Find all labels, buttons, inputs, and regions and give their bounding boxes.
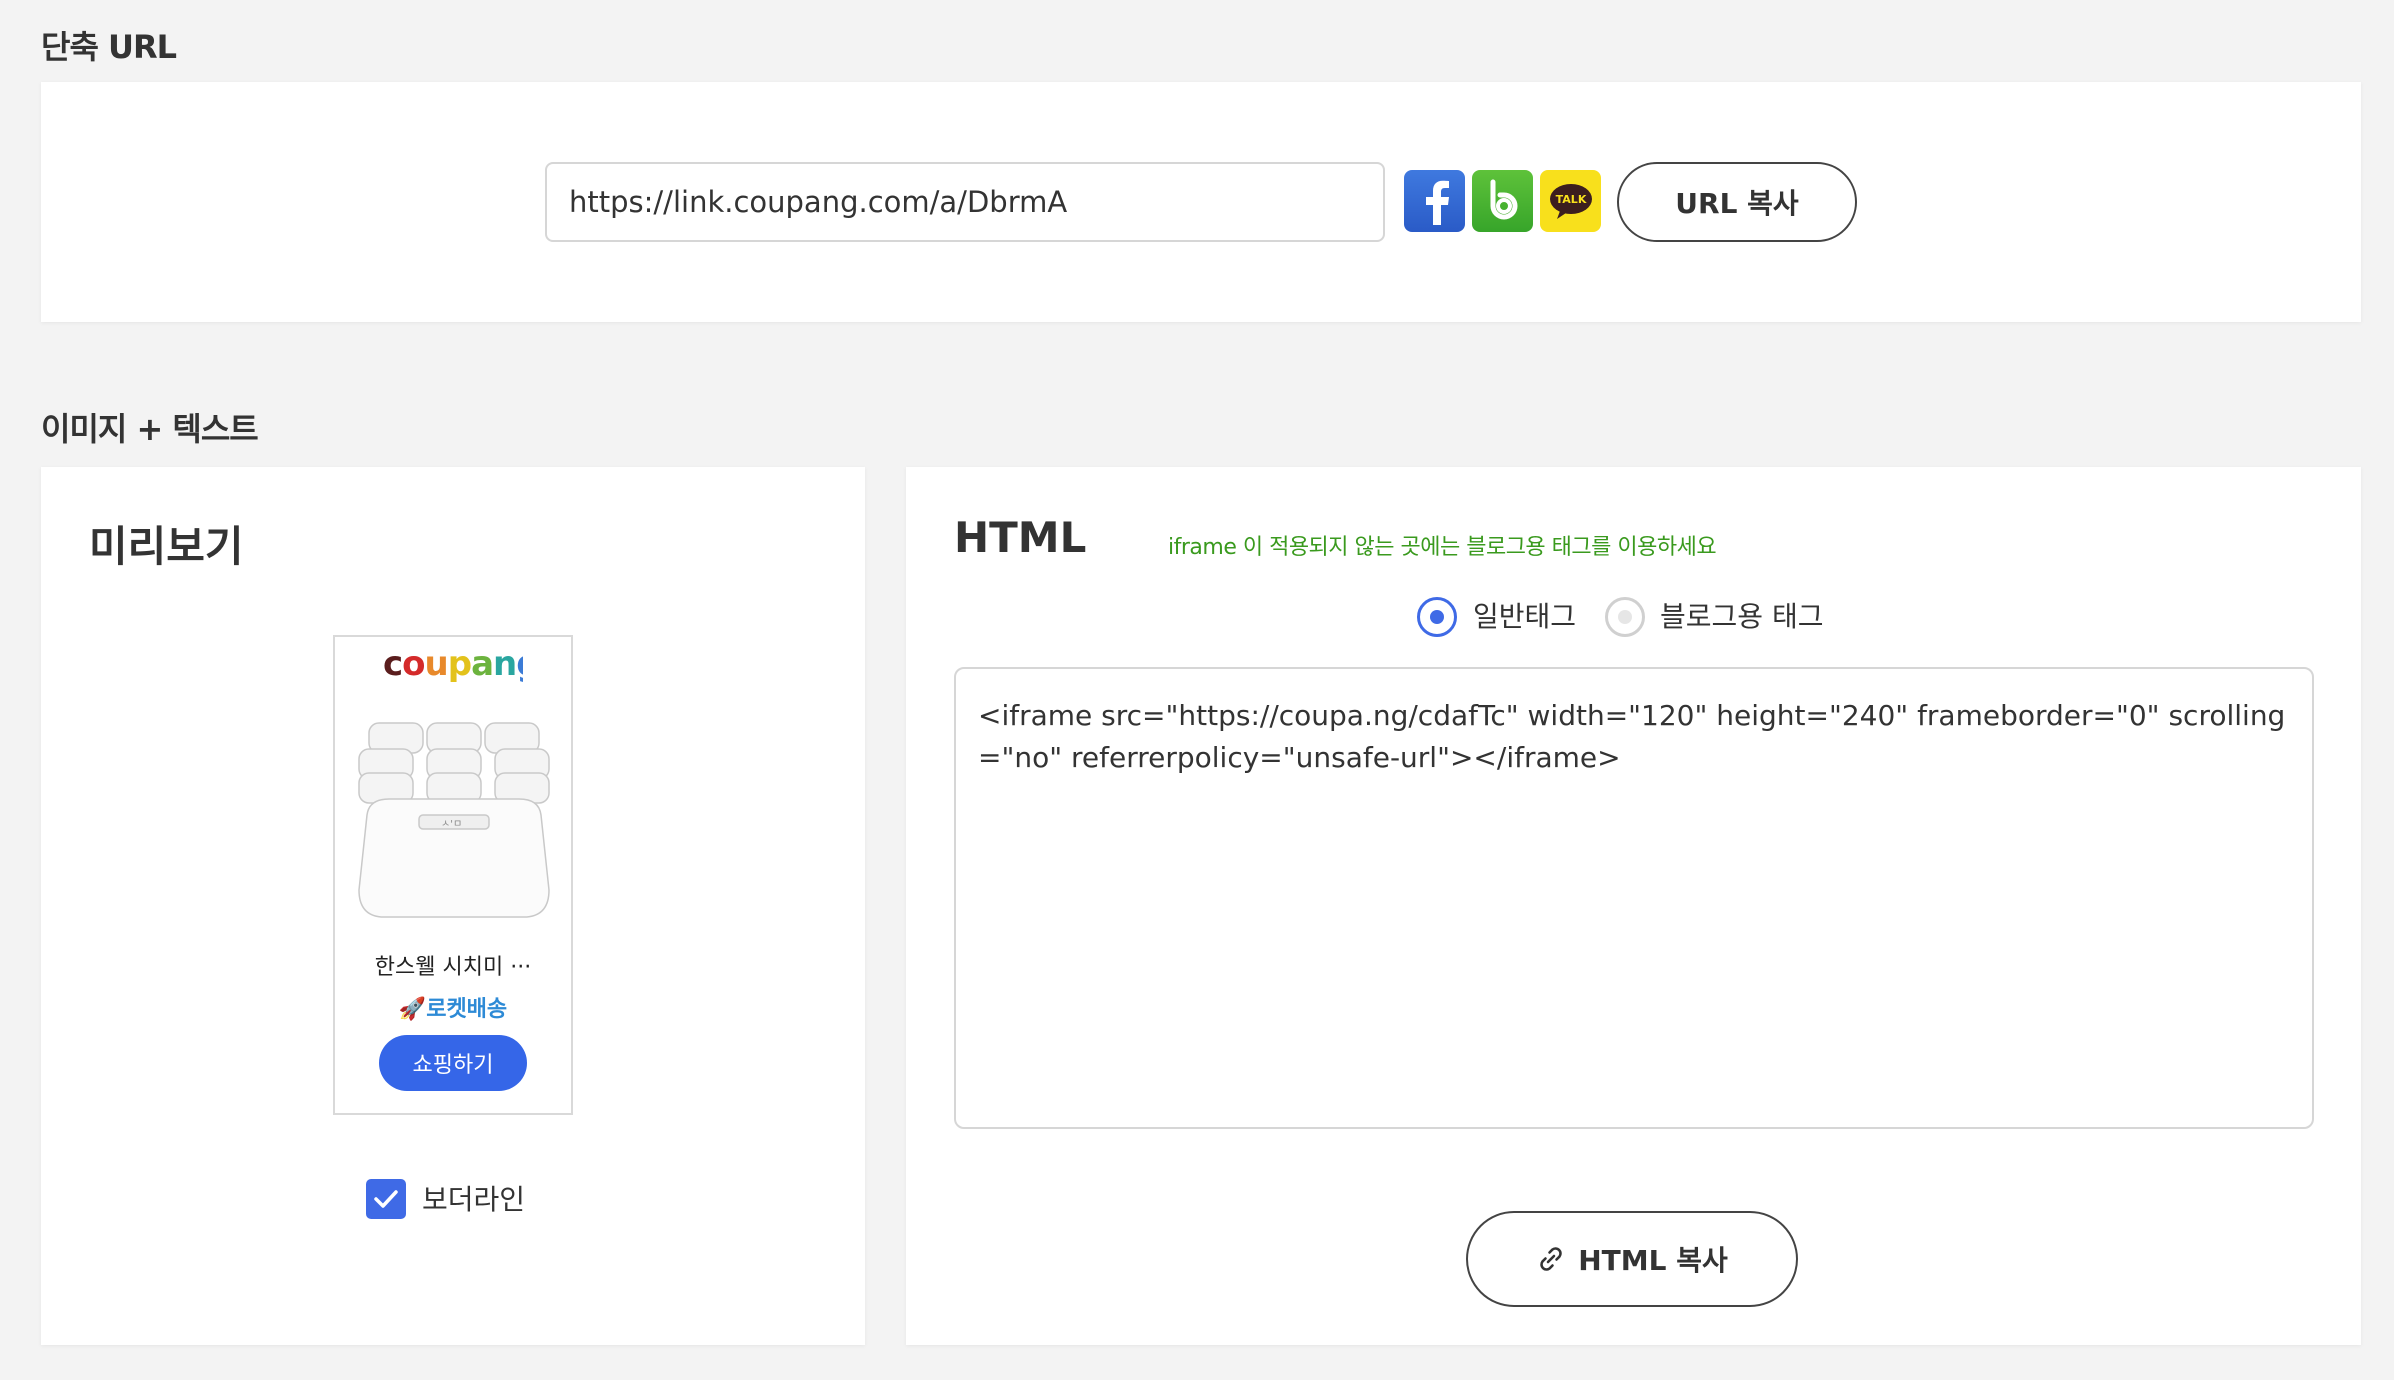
band-icon[interactable] [1472, 170, 1533, 232]
product-image: ㅅ'ㅁ [358, 722, 550, 918]
kakaotalk-icon[interactable]: TALK [1540, 170, 1601, 232]
url-copy-button[interactable]: URL 복사 [1617, 162, 1857, 242]
preview-heading: 미리보기 [89, 522, 244, 571]
product-widget[interactable]: coupang coupang ㅅ'ㅁ [333, 635, 573, 1115]
kakaotalk-icon-text: TALK [1555, 193, 1586, 206]
html-copy-button[interactable]: HTML 복사 [1466, 1211, 1798, 1307]
radio-blog-tag[interactable] [1605, 597, 1645, 637]
short-url-title: 단축 URL [41, 28, 177, 66]
radio-normal-tag[interactable] [1417, 597, 1457, 637]
short-url-card: https://link.coupang.com/a/DbrmA TALK UR… [41, 82, 2361, 322]
svg-text:ㅅ'ㅁ: ㅅ'ㅁ [441, 819, 462, 830]
url-copy-label: URL 복사 [1675, 187, 1799, 220]
radio-blog-tag-label[interactable]: 블로그용 태그 [1660, 595, 1823, 635]
facebook-icon[interactable] [1404, 170, 1465, 232]
preview-card: 미리보기 coupang coupang [41, 467, 865, 1345]
link-icon [1540, 1247, 1563, 1271]
border-checkbox[interactable] [366, 1179, 406, 1219]
coupang-logo: coupang coupang [335, 644, 571, 694]
html-card: HTML iframe 이 적용되지 않는 곳에는 블로그용 태그를 이용하세요… [906, 467, 2361, 1345]
border-checkbox-label: 보더라인 [422, 1183, 526, 1216]
image-text-title: 이미지 + 텍스트 [41, 410, 259, 448]
iframe-notice: iframe 이 적용되지 않는 곳에는 블로그용 태그를 이용하세요 [1168, 535, 1717, 560]
html-heading: HTML [954, 513, 1087, 562]
short-url-input[interactable]: https://link.coupang.com/a/DbrmA [545, 162, 1385, 242]
check-icon [374, 1190, 398, 1208]
product-name: 한스웰 시치미 ··· [374, 955, 532, 980]
svg-text:coupang: coupang [383, 645, 523, 684]
rocket-delivery-badge: 🚀로켓배송 [398, 997, 508, 1022]
shopping-button[interactable]: 쇼핑하기 [379, 1035, 527, 1091]
html-code-textarea[interactable]: <iframe src="https://coupa.ng/cdafTc" wi… [954, 667, 2314, 1129]
radio-normal-tag-label[interactable]: 일반태그 [1473, 595, 1576, 635]
html-copy-label: HTML 복사 [1578, 1244, 1728, 1277]
